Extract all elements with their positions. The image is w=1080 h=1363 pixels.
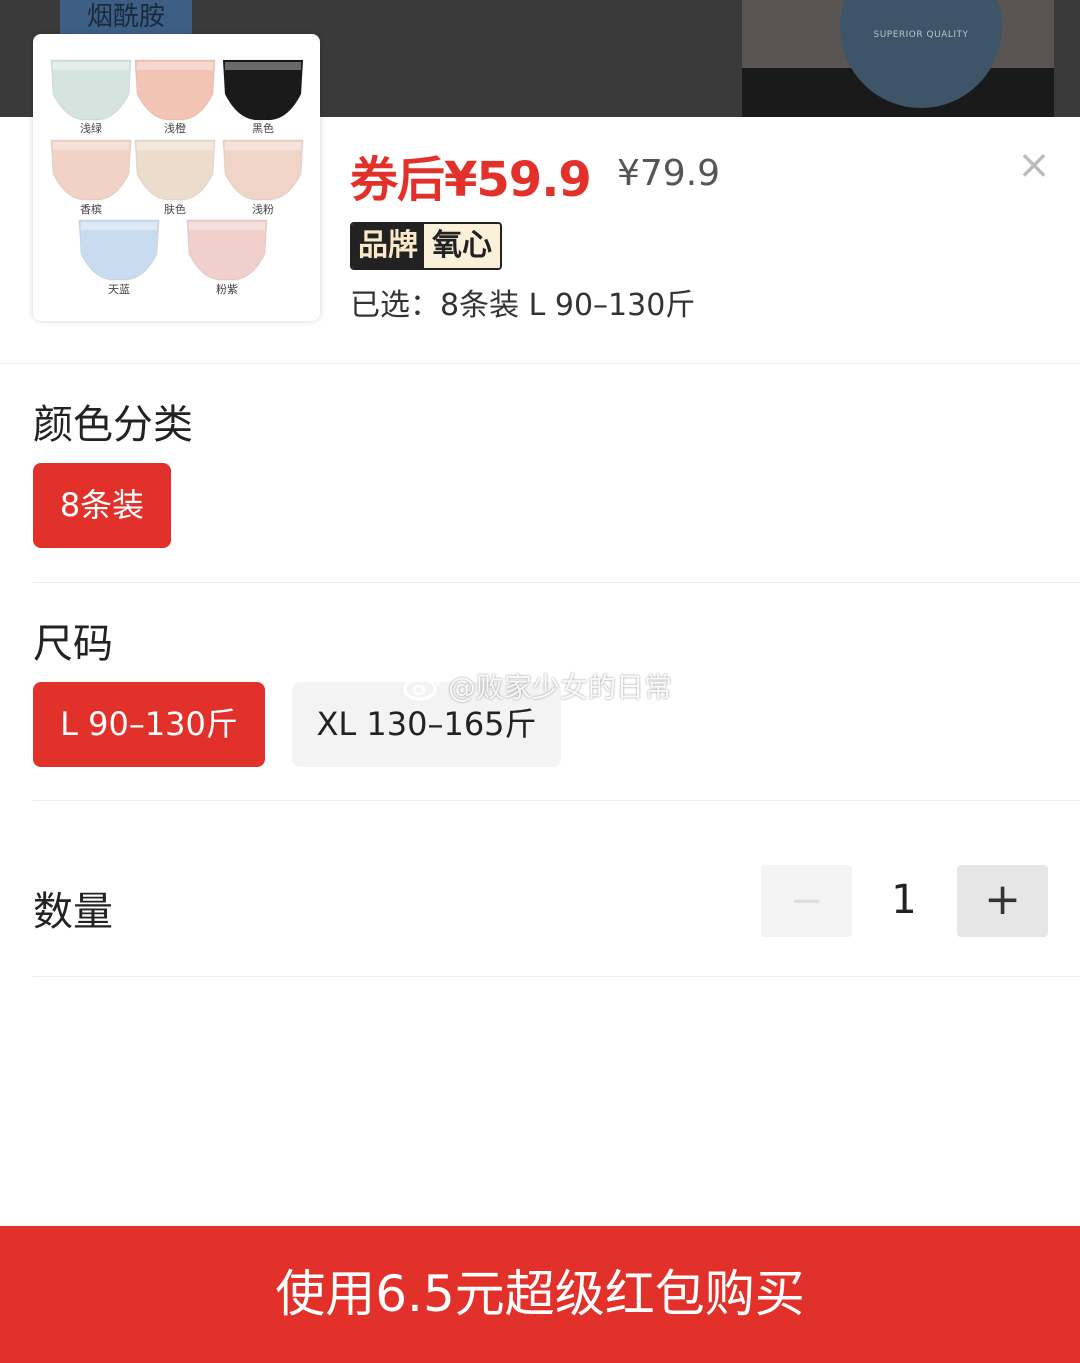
divider	[33, 582, 1080, 583]
watermark-text: @败家少女的日常	[448, 671, 673, 704]
product-thumbnail[interactable]: 浅绿 浅橙 黑色 香槟 肤色 浅粉 天蓝 粉紫	[33, 34, 320, 321]
buy-button[interactable]: 使用6.5元超级红包购买	[0, 1226, 1080, 1363]
selected-summary: 已选：8条装 L 90–130斤	[350, 288, 696, 323]
quantity-plus-button[interactable]: +	[957, 865, 1048, 937]
brand-name: 氧心	[424, 224, 500, 268]
size-option-l[interactable]: L 90–130斤	[33, 682, 265, 767]
swatch-label: 肤色	[164, 203, 186, 216]
swatch-waistband	[137, 142, 213, 150]
swatch-waistband	[189, 222, 265, 230]
swatch-label: 浅绿	[80, 122, 102, 135]
thumbnail-swatch-grid	[50, 59, 304, 281]
background-product-image: SUPERIOR QUALITY	[742, 0, 1054, 117]
background-tag: 烟酰胺	[60, 0, 192, 38]
swatch-label: 黑色	[252, 122, 274, 135]
divider	[33, 800, 1080, 801]
color-option-8-pack[interactable]: 8条装	[33, 463, 171, 548]
sale-price: 券后¥59.9	[350, 152, 592, 208]
swatch-label: 粉紫	[216, 283, 238, 296]
color-section-title: 颜色分类	[33, 402, 193, 448]
weibo-icon	[403, 672, 440, 701]
watermark: @败家少女的日常	[402, 666, 672, 706]
background-quality-badge: SUPERIOR QUALITY	[840, 0, 1002, 108]
brand-label: 品牌	[352, 224, 424, 268]
swatch-label: 浅橙	[164, 122, 186, 135]
swatch-waistband	[137, 62, 213, 70]
swatch-waistband	[53, 62, 129, 70]
swatch-waistband	[53, 142, 129, 150]
swatch-label: 香槟	[80, 203, 102, 216]
swatch-waistband	[225, 62, 301, 70]
swatch-waistband	[225, 142, 301, 150]
size-section-title: 尺码	[33, 621, 113, 667]
brand-badge: 品牌 氧心	[350, 222, 502, 270]
original-price: ¥79.9	[617, 153, 721, 194]
swatch-waistband	[81, 222, 157, 230]
divider	[0, 363, 1080, 364]
quantity-minus-button[interactable]: −	[761, 865, 852, 937]
swatch-label: 浅粉	[252, 203, 274, 216]
swatch-label: 天蓝	[108, 283, 130, 296]
divider	[33, 976, 1080, 977]
quantity-section-title: 数量	[33, 889, 113, 935]
quantity-value: 1	[891, 877, 917, 923]
close-icon[interactable]: ×	[1014, 145, 1054, 185]
